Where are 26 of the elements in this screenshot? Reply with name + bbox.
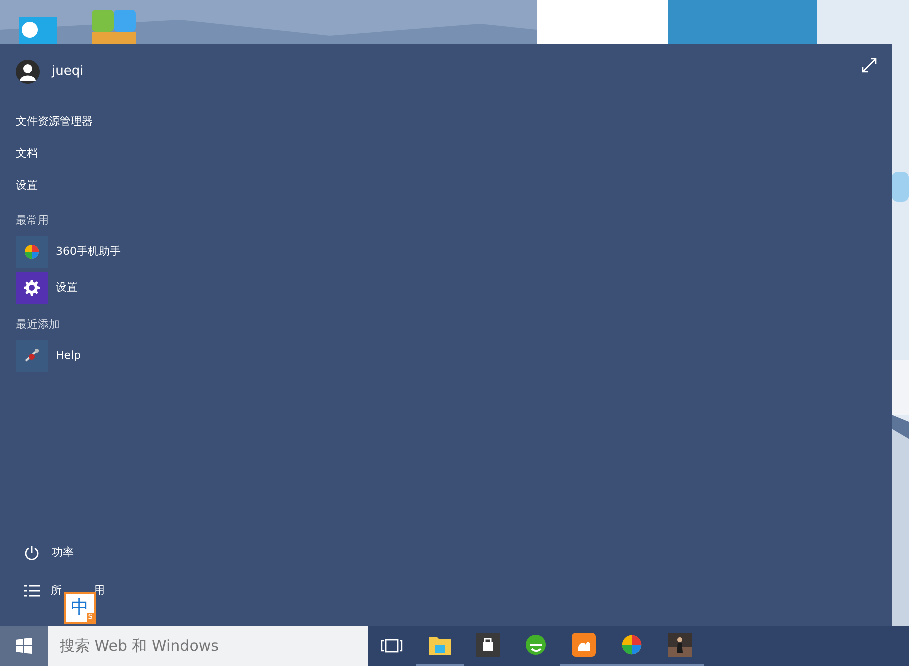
start-button[interactable] [0, 626, 48, 666]
folder-icon[interactable] [429, 635, 451, 655]
shopping-bag-icon[interactable] [476, 633, 500, 657]
user-avatar-icon [16, 60, 40, 84]
colorful-ball-icon [24, 244, 40, 260]
ime-badge: s [87, 613, 94, 622]
task-view-icon [381, 639, 403, 653]
gear-icon [24, 280, 40, 296]
app-list-item[interactable]: 设置 [0, 270, 300, 306]
list-icon [24, 585, 40, 597]
search-field[interactable]: 搜索 Web 和 Windows [48, 626, 368, 666]
all-apps-button[interactable]: 所 [0, 572, 62, 610]
power-button[interactable]: 功率 [0, 534, 300, 572]
place-link[interactable]: 文档 [0, 138, 300, 170]
photo-thumbnail-icon[interactable] [668, 633, 692, 657]
windows-logo-icon [16, 638, 32, 654]
section-header: 最近添加 [15, 316, 61, 333]
power-icon [24, 545, 40, 561]
place-link[interactable]: 文件资源管理器 [0, 106, 300, 138]
user-account[interactable]: jueqi [0, 60, 300, 84]
expand-icon[interactable] [862, 58, 877, 73]
app-list-item[interactable]: Help [0, 338, 300, 374]
colorful-ball-icon[interactable] [621, 634, 643, 656]
section-header: 最常用 [15, 212, 50, 229]
app-list-item[interactable]: 360手机助手 [0, 234, 300, 270]
place-link[interactable]: 设置 [0, 170, 300, 202]
